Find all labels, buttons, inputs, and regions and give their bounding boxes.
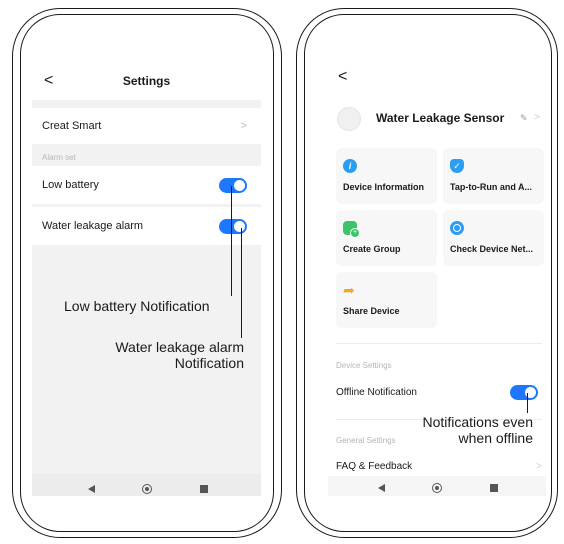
offline-notification-label: Offline Notification — [336, 387, 417, 398]
info-icon: i — [343, 159, 357, 173]
water-leakage-annotation-line1: Water leakage alarm — [115, 339, 244, 355]
low-battery-pointer-line — [231, 186, 232, 296]
tile-label: Share Device — [343, 306, 400, 316]
offline-annotation-line1: Notifications even — [422, 414, 533, 430]
check-shield-icon: ✓ — [450, 159, 464, 173]
tile-check-device-network[interactable]: Check Device Net... — [443, 210, 544, 266]
offline-pointer-line — [527, 393, 528, 413]
offline-notification-toggle[interactable] — [510, 385, 538, 400]
tile-label: Device Information — [343, 182, 425, 192]
low-battery-toggle[interactable] — [219, 178, 247, 193]
nav-home-icon[interactable] — [432, 483, 442, 493]
toggle-knob — [234, 221, 245, 232]
water-leakage-row: Water leakage alarm — [32, 207, 261, 245]
chevron-right-icon: > — [534, 112, 540, 123]
android-nav-bar — [32, 474, 261, 496]
device-avatar — [338, 108, 360, 130]
water-leakage-annotation-line2: Notification — [174, 355, 244, 371]
water-leakage-toggle[interactable] — [219, 219, 247, 234]
low-battery-label: Low battery — [42, 179, 99, 191]
tile-share-device[interactable]: ➦ Share Device — [336, 272, 437, 328]
general-settings-label: General Settings — [336, 436, 396, 445]
group-add-icon: + — [343, 221, 360, 238]
creat-smart-row[interactable]: Creat Smart > — [32, 108, 261, 144]
tile-create-group[interactable]: + Create Group — [336, 210, 437, 266]
low-battery-annotation: Low battery Notification — [64, 298, 210, 314]
device-settings-label: Device Settings — [336, 361, 392, 370]
nav-back-icon[interactable] — [88, 485, 95, 493]
faq-label: FAQ & Feedback — [336, 461, 413, 472]
tile-label: Create Group — [343, 244, 401, 254]
alarm-set-section-label: Alarm set — [42, 153, 76, 162]
network-icon — [450, 221, 464, 235]
nav-recent-icon[interactable] — [200, 485, 208, 493]
nav-back-icon[interactable] — [378, 484, 385, 492]
tile-tap-to-run[interactable]: ✓ Tap-to-Run and A... — [443, 148, 544, 204]
nav-home-icon[interactable] — [142, 484, 152, 494]
water-leakage-label: Water leakage alarm — [42, 220, 144, 232]
toggle-knob — [234, 180, 245, 191]
chevron-right-icon: > — [536, 461, 542, 472]
faq-row[interactable]: FAQ & Feedback > — [328, 458, 546, 478]
device-name: Water Leakage Sensor — [376, 111, 505, 125]
creat-smart-label: Creat Smart — [42, 120, 102, 132]
divider — [336, 343, 542, 344]
pencil-icon[interactable]: ✎ — [520, 113, 528, 124]
tile-device-information[interactable]: i Device Information — [336, 148, 437, 204]
nav-recent-icon[interactable] — [490, 484, 498, 492]
back-button[interactable]: < — [338, 68, 347, 86]
tile-label: Tap-to-Run and A... — [450, 182, 532, 192]
settings-header: < Settings — [32, 62, 261, 100]
android-nav-bar — [328, 476, 546, 496]
back-button[interactable]: < — [44, 72, 53, 90]
share-arrow-icon: ➦ — [343, 282, 355, 298]
chevron-right-icon: > — [240, 120, 247, 132]
left-screen: < Settings Creat Smart > Alarm set Low b… — [32, 62, 261, 496]
low-battery-row: Low battery — [32, 166, 261, 204]
page-title: Settings — [122, 74, 171, 88]
water-leakage-pointer-line — [241, 228, 242, 338]
tile-label: Check Device Net... — [450, 244, 534, 254]
offline-annotation-line2: when offline — [458, 430, 533, 446]
